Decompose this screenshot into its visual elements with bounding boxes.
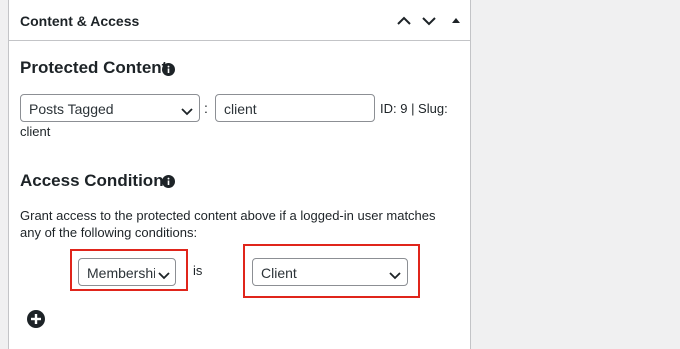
condition-operator: is: [193, 263, 203, 278]
triangle-up-icon[interactable]: [449, 12, 467, 30]
protected-content-type-select[interactable]: Posts Tagged: [20, 94, 200, 122]
chevron-down-icon: [158, 268, 170, 280]
select-value: Membership: [87, 265, 155, 281]
access-conditions-heading: Access Conditions: [20, 171, 174, 190]
chevron-up-icon[interactable]: [395, 12, 413, 30]
chevron-down-icon: [181, 104, 193, 116]
tag-meta-slug-value: client: [20, 124, 51, 139]
protected-content-heading: Protected Content: [20, 58, 168, 77]
condition-field-select[interactable]: Membership: [78, 258, 176, 286]
tag-input[interactable]: client: [215, 94, 375, 122]
condition-value-select[interactable]: Client: [252, 258, 408, 286]
panel-header: Content & Access: [9, 0, 470, 41]
panel-title: Content & Access: [20, 13, 140, 29]
chevron-down-icon[interactable]: [420, 12, 438, 30]
plus-circle-icon[interactable]: [27, 310, 45, 328]
separator: :: [204, 100, 208, 116]
tag-input-value: client: [224, 101, 257, 117]
content-access-panel: Content & Access Protected Content Posts…: [8, 0, 471, 349]
info-icon[interactable]: [162, 63, 175, 76]
info-icon[interactable]: [162, 175, 175, 188]
access-conditions-help-text: Grant access to the protected content ab…: [20, 208, 436, 240]
tag-meta-id-slug: ID: 9 | Slug:: [380, 101, 448, 116]
select-value: Client: [261, 265, 297, 281]
select-value: Posts Tagged: [29, 101, 114, 117]
chevron-down-icon: [389, 268, 401, 280]
